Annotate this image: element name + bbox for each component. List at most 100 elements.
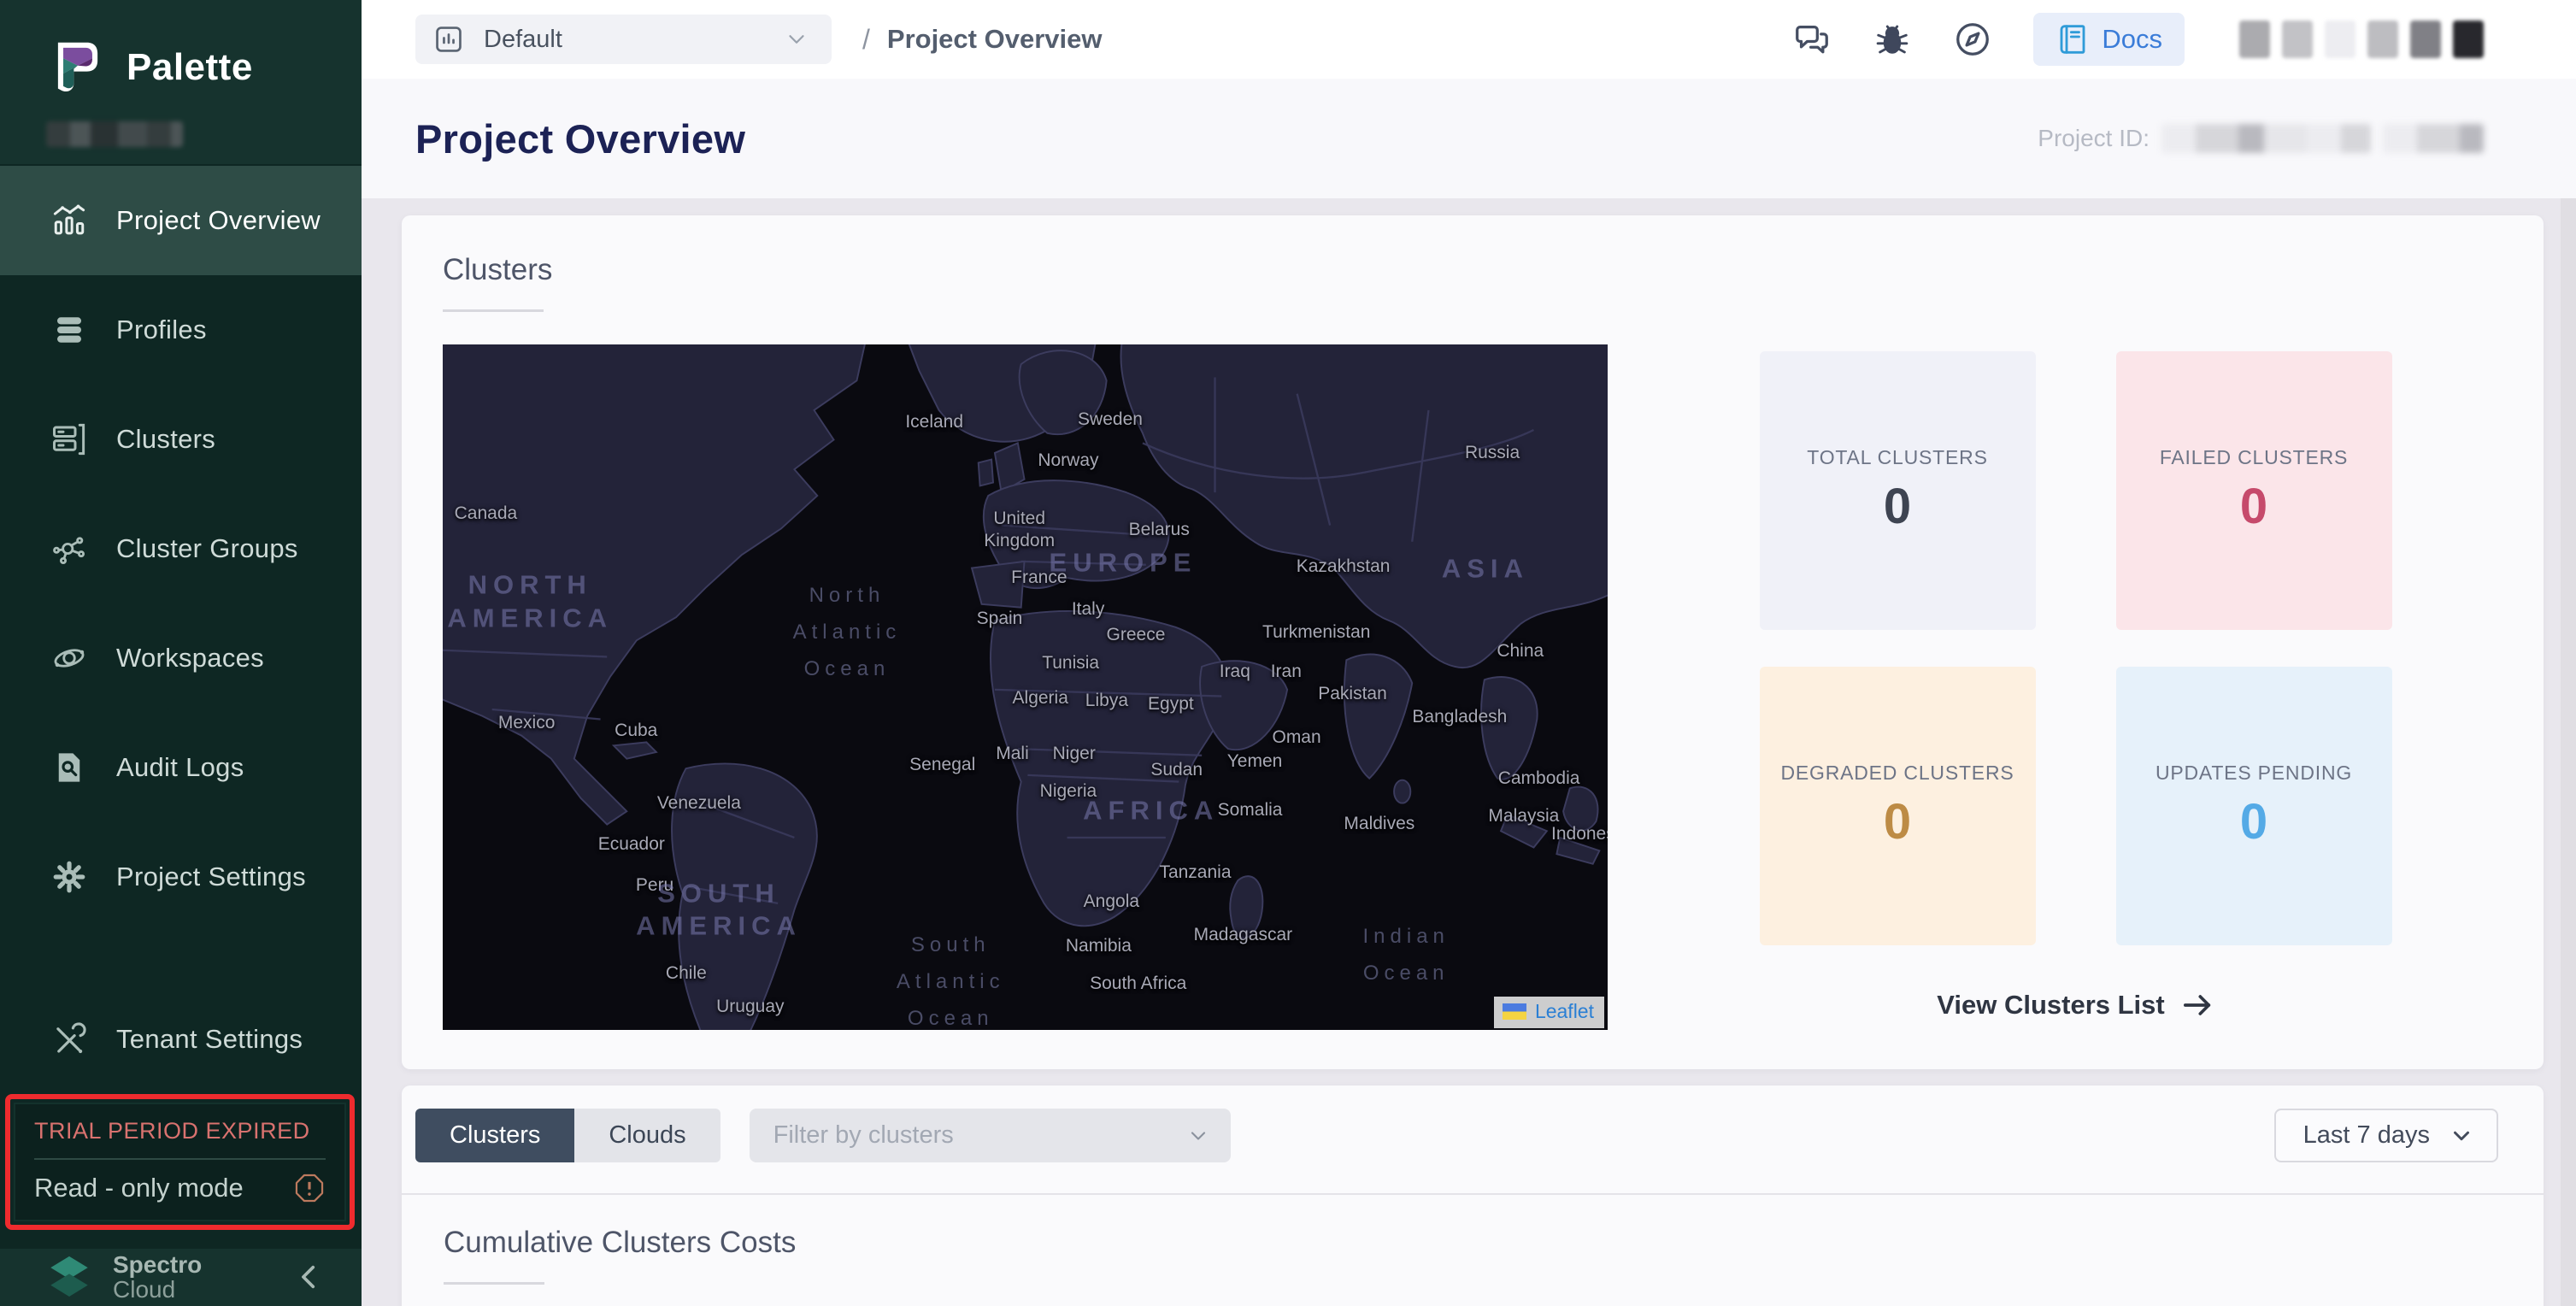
redacted-project-id — [2383, 124, 2484, 153]
layers-icon — [51, 312, 87, 348]
topbar: Default / Project Overview — [362, 0, 2576, 79]
sidebar-item-label: Project Overview — [116, 205, 321, 236]
redacted-control[interactable] — [2410, 21, 2441, 58]
clusters-card: Clusters — [402, 215, 2544, 1069]
breadcrumb-separator: / — [862, 24, 870, 56]
map-label: Sweden — [1078, 409, 1143, 431]
cluster-stats: TOTAL CLUSTERS 0 FAILED CLUSTERS 0 DEGRA… — [1608, 344, 2544, 1030]
map-label: NORTH AMERICA — [447, 568, 613, 635]
map-label: Canada — [455, 503, 518, 525]
tab-clouds[interactable]: Clouds — [574, 1109, 720, 1162]
stat-card-total-clusters: TOTAL CLUSTERS 0 — [1760, 351, 2036, 630]
map-label: Mali — [996, 743, 1029, 765]
palette-app: Palette Project Overview — [0, 0, 2576, 1306]
map-label: Sudan — [1150, 759, 1203, 781]
sidebar-item-audit-logs[interactable]: Audit Logs — [0, 713, 362, 822]
map-label: South Africa — [1090, 973, 1186, 995]
view-clusters-list-link[interactable]: View Clusters List — [1937, 988, 2214, 1022]
chat-icon[interactable] — [1792, 20, 1832, 59]
sidebar-item-profiles[interactable]: Profiles — [0, 275, 362, 385]
tab-clusters[interactable]: Clusters — [415, 1109, 574, 1162]
chart-panel-icon — [432, 23, 465, 56]
map-label: Egypt — [1148, 693, 1194, 715]
map-label: Oman — [1272, 726, 1320, 748]
map-label: Yemen — [1227, 750, 1283, 773]
redacted-version-badge — [46, 121, 183, 147]
sidebar-item-project-settings[interactable]: Project Settings — [0, 822, 362, 932]
redacted-control[interactable] — [2239, 21, 2270, 58]
map-label: Italy — [1072, 597, 1105, 620]
costs-controls: Clusters Clouds Filter by clusters Last … — [402, 1109, 2544, 1162]
compass-icon[interactable] — [1953, 20, 1992, 59]
map-label: Ecuador — [598, 833, 665, 856]
map-label: Bangladesh — [1412, 706, 1507, 728]
chevron-down-icon — [2449, 1123, 2474, 1149]
bug-icon[interactable] — [1873, 20, 1912, 59]
chevron-down-icon — [1186, 1124, 1210, 1148]
sidebar-item-cluster-groups[interactable]: Cluster Groups — [0, 494, 362, 603]
filter-placeholder: Filter by clusters — [773, 1121, 954, 1150]
redacted-control[interactable] — [2367, 21, 2398, 58]
content-scroll-area: Clusters — [362, 198, 2576, 1306]
map-label: Angola — [1084, 891, 1139, 913]
project-scope-selector[interactable]: Default — [415, 15, 832, 64]
map-label: Iraq — [1220, 660, 1250, 682]
sidebar-footer: Spectro Cloud — [0, 1249, 362, 1306]
sidebar-item-label: Tenant Settings — [116, 1024, 303, 1055]
stat-value: 0 — [2240, 793, 2267, 850]
redacted-control[interactable] — [2282, 21, 2313, 58]
map-label: SOUTH AMERICA — [636, 877, 802, 944]
map-label: Mexico — [498, 712, 556, 734]
sidebar-item-workspaces[interactable]: Workspaces — [0, 603, 362, 713]
vertical-scrollbar[interactable] — [2561, 198, 2576, 1306]
stat-label: UPDATES PENDING — [2155, 762, 2352, 785]
chevron-left-icon[interactable] — [295, 1262, 324, 1291]
map-label: Indonesia — [1551, 823, 1608, 845]
page-title: Project Overview — [415, 115, 745, 162]
brand-name-top: Spectro — [113, 1252, 202, 1277]
read-only-mode-label: Read - only mode — [34, 1173, 244, 1203]
page-header: Project Overview Project ID: — [362, 79, 2576, 198]
stat-value: 0 — [1884, 478, 1911, 535]
sidebar-item-tenant-settings[interactable]: Tenant Settings — [0, 985, 362, 1094]
palette-logo-icon — [46, 36, 109, 99]
map-label: Iceland — [905, 411, 963, 433]
gear-icon — [51, 859, 87, 895]
map-label: Greece — [1107, 624, 1166, 646]
clusters-world-map[interactable]: IcelandSwedenNorwayRussiaCanadaUnited Ki… — [443, 344, 1608, 1030]
sidebar: Palette Project Overview — [0, 0, 362, 1306]
breadcrumb-current-page: Project Overview — [887, 24, 1103, 55]
sidebar-item-clusters[interactable]: Clusters — [0, 385, 362, 494]
redacted-user-controls — [2239, 21, 2484, 58]
sidebar-item-project-overview[interactable]: Project Overview — [0, 166, 362, 275]
filter-by-clusters-select[interactable]: Filter by clusters — [750, 1109, 1231, 1162]
tools-icon — [51, 1021, 87, 1057]
map-label: Algeria — [1013, 687, 1068, 709]
alert-octagon-icon[interactable] — [293, 1172, 326, 1204]
trial-banner-title: TRIAL PERIOD EXPIRED — [34, 1118, 326, 1144]
costs-card: Clusters Clouds Filter by clusters Last … — [402, 1085, 2544, 1306]
leaflet-link[interactable]: Leaflet — [1535, 1000, 1594, 1023]
map-label: Iran — [1271, 660, 1302, 682]
redacted-control[interactable] — [2325, 21, 2355, 58]
map-label: Libya — [1085, 690, 1128, 712]
costs-section-title: Cumulative Clusters Costs — [444, 1226, 2544, 1260]
stat-value: 0 — [2240, 478, 2267, 535]
leaflet-attribution[interactable]: Leaflet — [1494, 997, 1604, 1028]
map-label: Chile — [666, 962, 707, 985]
document-search-icon — [51, 750, 87, 785]
map-label: Maldives — [1344, 813, 1414, 835]
map-label: Kazakhstan — [1297, 556, 1391, 578]
logo-wordmark: Palette — [126, 46, 253, 89]
clusters-card-title: Clusters — [443, 253, 2544, 287]
map-label: China — [1497, 640, 1544, 662]
map-label: Norway — [1038, 450, 1098, 472]
map-label: Malaysia — [1488, 805, 1559, 827]
scope-selector-value: Default — [484, 26, 562, 54]
redacted-avatar[interactable] — [2453, 21, 2484, 58]
redacted-project-id — [2161, 124, 2371, 153]
map-label: AFRICA — [1083, 795, 1219, 828]
docs-button[interactable]: Docs — [2033, 13, 2185, 66]
stat-card-updates-pending: UPDATES PENDING 0 — [2116, 667, 2392, 945]
date-range-selector[interactable]: Last 7 days — [2274, 1109, 2498, 1162]
